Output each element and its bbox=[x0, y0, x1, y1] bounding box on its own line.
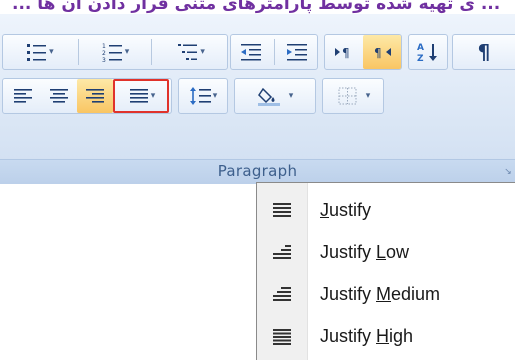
svg-text:¶: ¶ bbox=[342, 46, 350, 60]
increase-indent-icon bbox=[286, 44, 307, 61]
justify-icon bbox=[273, 203, 291, 217]
chevron-down-icon[interactable]: ▾ bbox=[125, 47, 130, 57]
numbering-button[interactable]: 1 2 3 ▾ bbox=[81, 35, 150, 69]
line-spacing-button[interactable]: ▾ bbox=[178, 78, 228, 114]
svg-text:A: A bbox=[417, 43, 424, 53]
separator bbox=[273, 39, 275, 65]
align-left-icon bbox=[14, 89, 32, 103]
menu-item-justify-medium[interactable]: Justify Medium bbox=[257, 273, 515, 315]
direction-buttons-strip: ¶ ¶ bbox=[324, 34, 402, 70]
justify-icon bbox=[129, 89, 148, 103]
separator bbox=[151, 39, 153, 65]
numbering-icon: 1 2 3 bbox=[102, 43, 122, 63]
ltr-paragraph-icon: ¶ bbox=[335, 46, 350, 60]
sort-button[interactable]: A Z bbox=[408, 34, 448, 70]
justify-low-icon bbox=[273, 245, 291, 259]
borders-button[interactable]: ▾ bbox=[322, 78, 384, 114]
group-label-bar: Paragraph ↘ bbox=[0, 159, 515, 184]
rtl-paragraph-icon: ¶ bbox=[374, 46, 391, 60]
align-right-button[interactable] bbox=[77, 79, 113, 113]
dialog-launcher-icon[interactable]: ↘ bbox=[501, 166, 515, 178]
pilcrow-icon: ¶ bbox=[477, 40, 491, 64]
bullets-icon bbox=[27, 44, 47, 61]
rtl-button[interactable]: ¶ bbox=[363, 35, 401, 69]
menu-item-justify-high[interactable]: Justify High bbox=[257, 315, 515, 357]
chevron-down-icon[interactable]: ▾ bbox=[289, 91, 294, 101]
sort-az-icon: A Z bbox=[417, 43, 437, 63]
group-title: Paragraph bbox=[217, 162, 298, 180]
document-caption: ... ی تهیه شده توسط پارامترهای متنی قرار… bbox=[12, 0, 501, 14]
align-center-icon bbox=[50, 89, 68, 103]
align-left-button[interactable] bbox=[5, 79, 41, 113]
menu-item-label: Justify bbox=[320, 199, 372, 220]
increase-indent-button[interactable] bbox=[276, 35, 317, 69]
show-hide-button[interactable]: ¶ bbox=[452, 34, 515, 70]
chevron-down-icon[interactable]: ▾ bbox=[151, 91, 156, 101]
shading-button[interactable]: ▾ bbox=[234, 78, 316, 114]
center-button[interactable] bbox=[41, 79, 77, 113]
chevron-down-icon[interactable]: ▾ bbox=[200, 47, 205, 57]
borders-icon bbox=[338, 87, 357, 105]
menu-item-justify[interactable]: Justify bbox=[257, 189, 515, 231]
line-spacing-icon bbox=[189, 87, 211, 105]
svg-text:2: 2 bbox=[102, 50, 106, 57]
svg-text:3: 3 bbox=[102, 57, 106, 63]
decrease-indent-button[interactable] bbox=[231, 35, 272, 69]
paragraph-group: ▾ 1 2 3 ▾ ▾ ¶ ¶ A Z ¶ ▾ ▾ ▾ ▾ Paragraph … bbox=[0, 14, 515, 184]
shading-bucket-icon bbox=[257, 87, 280, 106]
align-right-icon bbox=[86, 89, 104, 103]
menu-item-label: Justify High bbox=[320, 325, 414, 346]
alignment-buttons-strip: ▾ bbox=[2, 78, 172, 114]
screenshot-stage: ... ی تهیه شده توسط پارامترهای متنی قرار… bbox=[0, 0, 515, 360]
chevron-down-icon[interactable]: ▾ bbox=[213, 91, 218, 101]
list-buttons-strip: ▾ 1 2 3 ▾ ▾ bbox=[2, 34, 228, 70]
multilevel-list-button[interactable]: ▾ bbox=[154, 35, 227, 69]
svg-text:¶: ¶ bbox=[374, 46, 382, 60]
menu-item-label: Justify Medium bbox=[320, 283, 441, 304]
svg-text:Z: Z bbox=[417, 54, 424, 63]
svg-text:1: 1 bbox=[102, 43, 106, 50]
multilevel-list-icon bbox=[178, 44, 198, 60]
ltr-button[interactable]: ¶ bbox=[325, 35, 363, 69]
chevron-down-icon[interactable]: ▾ bbox=[366, 91, 371, 101]
justify-medium-icon bbox=[273, 287, 291, 301]
bullets-button[interactable]: ▾ bbox=[3, 35, 76, 69]
menu-item-justify-low[interactable]: Justify Low bbox=[257, 231, 515, 273]
separator bbox=[77, 39, 79, 65]
chevron-down-icon[interactable]: ▾ bbox=[49, 47, 54, 57]
indent-buttons-strip bbox=[230, 34, 318, 70]
menu-item-label: Justify Low bbox=[320, 241, 410, 262]
justify-split-button[interactable]: ▾ bbox=[113, 79, 169, 113]
decrease-indent-icon bbox=[241, 44, 262, 61]
justify-dropdown-menu: Justify Justify Low Justify Medium Justi… bbox=[256, 182, 515, 360]
justify-high-icon bbox=[273, 329, 291, 345]
